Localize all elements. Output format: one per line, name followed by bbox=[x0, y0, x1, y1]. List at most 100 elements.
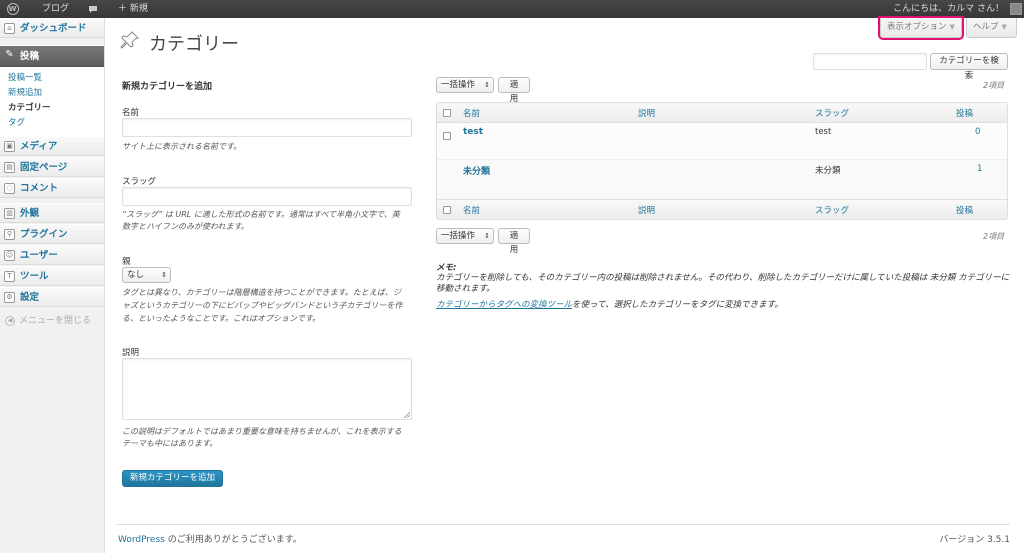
category-name-link[interactable]: 未分類 bbox=[463, 164, 490, 177]
admin-bar: W ブログ ＋ 新規 こんにちは、カルマ さん！ bbox=[0, 0, 1024, 18]
bulk-actions-value: 一括操作 bbox=[441, 231, 476, 241]
collapse-label: メニューを閉じる bbox=[19, 316, 92, 326]
category-tag-converter-link[interactable]: カテゴリーからタグへの変換ツール bbox=[436, 300, 572, 310]
media-icon: ▣ bbox=[4, 141, 15, 152]
screen-options-button[interactable]: 表示オプション ▼ bbox=[878, 16, 964, 40]
parent-select-value: なし bbox=[127, 270, 145, 280]
row-checkbox[interactable] bbox=[443, 132, 451, 140]
page-title: カテゴリー bbox=[149, 34, 239, 55]
submenu-categories[interactable]: カテゴリー bbox=[8, 102, 51, 114]
item-count-top: 2項目 bbox=[983, 81, 1005, 90]
sidebar-item-label: 投稿 bbox=[20, 51, 40, 62]
search-input[interactable] bbox=[813, 53, 927, 70]
bulk-actions-value: 一括操作 bbox=[441, 80, 476, 90]
sidebar-item-plugins[interactable]: ⚲ プラグイン bbox=[0, 224, 104, 244]
home-icon: ⌂ bbox=[4, 23, 15, 34]
sidebar-item-label: 固定ページ bbox=[20, 162, 68, 173]
page-icon: ▤ bbox=[4, 162, 15, 173]
sidebar-item-label: ダッシュボード bbox=[20, 23, 87, 34]
description-help-line2: テーマも中にはあります。 bbox=[122, 439, 218, 448]
slug-description-line2: 数字とハイフンのみが使われます。 bbox=[122, 222, 249, 231]
speech-bubble-icon[interactable] bbox=[88, 0, 98, 18]
name-description: サイト上に表示される名前です。 bbox=[122, 142, 242, 151]
wordpress-logo-icon[interactable]: W bbox=[4, 0, 22, 18]
description-textarea[interactable] bbox=[122, 358, 412, 420]
note-delete-info: カテゴリーを削除しても、そのカテゴリー内の投稿は削除されません。その代わり、削除… bbox=[436, 273, 1010, 294]
collapse-menu-button[interactable]: ◀ メニューを閉じる bbox=[5, 315, 91, 327]
note-heading: メモ: bbox=[436, 263, 457, 273]
sidebar-item-posts[interactable]: ✎ 投稿 bbox=[0, 45, 104, 67]
item-count-bottom: 2項目 bbox=[983, 232, 1005, 241]
tools-icon: T bbox=[4, 271, 15, 282]
pin-icon: ✎ bbox=[5, 49, 14, 60]
table-row: 未分類 未分類 1 bbox=[437, 160, 1007, 200]
column-slug[interactable]: スラッグ bbox=[815, 107, 849, 119]
select-arrows-icon: ⇕ bbox=[161, 271, 167, 279]
column-description[interactable]: 説明 bbox=[638, 204, 655, 216]
categories-table: 名前 説明 スラッグ 投稿 test test 0 未分類 未分類 1 名前 説… bbox=[436, 102, 1008, 220]
resize-handle-icon[interactable] bbox=[404, 412, 410, 418]
collapse-arrow-icon: ◀ bbox=[5, 315, 15, 326]
sidebar-item-users[interactable]: ☺ ユーザー bbox=[0, 245, 104, 265]
new-content-link[interactable]: ＋ 新規 bbox=[118, 0, 148, 18]
search-categories-button[interactable]: カテゴリーを検索 bbox=[930, 53, 1008, 81]
parent-select[interactable]: なし ⇕ bbox=[122, 267, 171, 283]
users-icon: ☺ bbox=[4, 250, 15, 261]
category-post-count[interactable]: 1 bbox=[977, 164, 982, 174]
pushpin-icon bbox=[120, 30, 140, 50]
chevron-down-icon: ▼ bbox=[1001, 23, 1007, 31]
wordpress-link[interactable]: WordPress bbox=[118, 535, 165, 545]
name-input[interactable] bbox=[122, 118, 412, 137]
category-post-count[interactable]: 0 bbox=[975, 127, 980, 137]
parent-description-line2: ャズというカテゴリーの下にビバップやビッグバンドという子カテゴリーを作 bbox=[122, 301, 403, 310]
footer-thanks: WordPress のご利用ありがとうございます。 bbox=[118, 532, 302, 545]
name-label: 名前 bbox=[122, 108, 140, 118]
sidebar-item-settings[interactable]: ⚙ 設定 bbox=[0, 287, 104, 307]
category-slug: test bbox=[815, 127, 832, 137]
sidebar-item-label: ツール bbox=[20, 271, 49, 282]
footer-thanks-text: のご利用ありがとうございます。 bbox=[164, 535, 302, 545]
help-button[interactable]: ヘルプ ▼ bbox=[966, 18, 1017, 38]
footer-divider bbox=[116, 524, 1010, 525]
sidebar-item-label: 設定 bbox=[20, 292, 40, 303]
sidebar-item-pages[interactable]: ▤ 固定ページ bbox=[0, 157, 104, 177]
sidebar-item-label: プラグイン bbox=[20, 229, 68, 240]
column-posts[interactable]: 投稿 bbox=[956, 107, 973, 119]
add-new-category-button[interactable]: 新規カテゴリーを追加 bbox=[122, 470, 223, 487]
settings-icon: ⚙ bbox=[4, 292, 15, 303]
category-name-link[interactable]: test bbox=[463, 127, 483, 137]
select-all-checkbox[interactable] bbox=[443, 206, 451, 214]
sidebar-item-comments[interactable]: ◌ コメント bbox=[0, 178, 104, 198]
site-name-link[interactable]: ブログ bbox=[42, 0, 69, 18]
note-converter: カテゴリーからタグへの変換ツールを使って、選択したカテゴリーをタグに変換できます… bbox=[436, 298, 783, 310]
sidebar-item-appearance[interactable]: ▥ 外観 bbox=[0, 203, 104, 223]
bulk-actions-select-bottom[interactable]: 一括操作 ⇕ bbox=[436, 228, 494, 244]
select-arrows-icon: ⇕ bbox=[484, 232, 490, 240]
avatar[interactable] bbox=[1010, 3, 1022, 15]
add-new-category-heading: 新規カテゴリーを追加 bbox=[122, 82, 213, 92]
apply-button-bottom[interactable]: 適用 bbox=[498, 228, 530, 255]
column-name[interactable]: 名前 bbox=[463, 107, 480, 119]
submenu-all-posts[interactable]: 投稿一覧 bbox=[8, 72, 42, 84]
apply-button-top[interactable]: 適用 bbox=[498, 77, 530, 104]
column-slug[interactable]: スラッグ bbox=[815, 204, 849, 216]
comment-icon: ◌ bbox=[4, 183, 15, 194]
help-label: ヘルプ bbox=[973, 22, 999, 32]
sidebar-item-media[interactable]: ▣ メディア bbox=[0, 136, 104, 156]
submenu-add-new[interactable]: 新規追加 bbox=[8, 87, 42, 99]
plugin-icon: ⚲ bbox=[4, 229, 15, 240]
submenu-tags[interactable]: タグ bbox=[8, 117, 25, 129]
select-all-checkbox[interactable] bbox=[443, 109, 451, 117]
sidebar-item-label: コメント bbox=[20, 183, 59, 194]
column-name[interactable]: 名前 bbox=[463, 204, 480, 216]
slug-input[interactable] bbox=[122, 187, 412, 206]
sidebar-item-tools[interactable]: T ツール bbox=[0, 266, 104, 286]
parent-label: 親 bbox=[122, 257, 131, 267]
bulk-actions-select-top[interactable]: 一括操作 ⇕ bbox=[436, 77, 494, 93]
user-greeting[interactable]: こんにちは、カルマ さん！ bbox=[893, 0, 1004, 18]
admin-sidebar: ⌂ ダッシュボード ✎ 投稿 投稿一覧 新規追加 カテゴリー タグ ▣ メディア… bbox=[0, 18, 105, 553]
column-description[interactable]: 説明 bbox=[638, 107, 655, 119]
column-posts[interactable]: 投稿 bbox=[956, 204, 973, 216]
sidebar-item-dashboard[interactable]: ⌂ ダッシュボード bbox=[0, 18, 104, 38]
screen-options-label: 表示オプション bbox=[887, 22, 947, 32]
